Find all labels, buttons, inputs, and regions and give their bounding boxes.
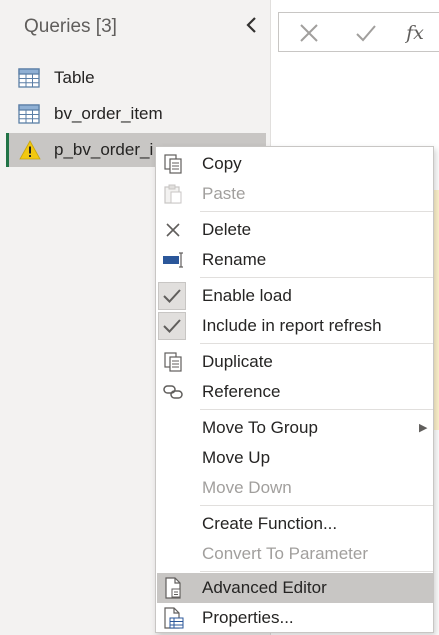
chevron-left-icon <box>245 14 259 40</box>
menu-label: Create Function... <box>202 514 338 533</box>
query-item-table[interactable]: Table <box>8 61 265 95</box>
menu-label: Enable load <box>202 286 292 305</box>
menu-label: Delete <box>202 220 252 239</box>
menu-label: Move Up <box>202 448 271 467</box>
menu-separator <box>200 571 433 572</box>
menu-separator <box>200 277 433 278</box>
menu-item-rename[interactable]: Rename <box>157 245 433 275</box>
menu-separator <box>200 211 433 212</box>
query-label: p_bv_order_i <box>54 140 154 159</box>
query-item-bv-order-item[interactable]: bv_order_item <box>8 97 265 131</box>
menu-item-move-to-group[interactable]: Move To Group ▶ <box>157 413 433 443</box>
table-icon <box>18 68 40 88</box>
menu-label: Convert To Parameter <box>202 544 368 563</box>
menu-label: Rename <box>202 250 267 269</box>
menu-separator <box>200 505 433 506</box>
menu-label: Duplicate <box>202 352 273 371</box>
menu-item-advanced-editor[interactable]: Advanced Editor <box>157 573 433 603</box>
chevron-right-icon: ▶ <box>419 422 428 434</box>
fx-icon[interactable]: fx <box>403 21 427 45</box>
menu-label: Paste <box>202 184 246 203</box>
formula-bar: fx <box>278 12 439 52</box>
menu-label: Advanced Editor <box>202 578 327 597</box>
checkmark-icon <box>158 312 186 340</box>
menu-label: Reference <box>202 382 281 401</box>
menu-label: Move To Group <box>202 418 318 437</box>
menu-item-create-function[interactable]: Create Function... <box>157 509 433 539</box>
query-label: Table <box>54 68 95 87</box>
context-menu: Copy Paste Delete Rename Enable load Inc… <box>155 146 434 633</box>
copy-icon <box>162 153 184 175</box>
link-icon <box>162 381 184 403</box>
menu-item-enable-load[interactable]: Enable load <box>157 281 433 311</box>
menu-item-properties[interactable]: Properties... <box>157 603 433 633</box>
properties-icon <box>162 607 184 629</box>
delete-x-icon <box>162 219 184 241</box>
menu-label: Copy <box>202 154 242 173</box>
warning-icon <box>19 140 41 160</box>
advanced-editor-icon <box>162 577 184 599</box>
menu-item-duplicate[interactable]: Duplicate <box>157 347 433 377</box>
queries-title: Queries [3] <box>24 16 117 37</box>
menu-item-move-up[interactable]: Move Up <box>157 443 433 473</box>
menu-label: Move Down <box>202 478 292 497</box>
close-icon[interactable] <box>297 21 321 45</box>
menu-item-copy[interactable]: Copy <box>157 149 433 179</box>
menu-label: Include in report refresh <box>202 316 382 335</box>
paste-icon <box>162 183 184 205</box>
menu-item-delete[interactable]: Delete <box>157 215 433 245</box>
menu-item-move-down: Move Down <box>157 473 433 503</box>
checkmark-icon <box>158 282 186 310</box>
checkmark-icon[interactable] <box>354 21 378 45</box>
menu-separator <box>200 343 433 344</box>
menu-label: Properties... <box>202 608 294 627</box>
duplicate-icon <box>162 351 184 373</box>
menu-separator <box>200 409 433 410</box>
query-label: bv_order_item <box>54 104 163 123</box>
menu-item-paste: Paste <box>157 179 433 209</box>
rename-icon <box>162 249 184 271</box>
menu-item-convert-to-parameter: Convert To Parameter <box>157 539 433 569</box>
collapse-pane-button[interactable] <box>240 13 264 41</box>
table-icon <box>18 104 40 124</box>
menu-item-include-in-report-refresh[interactable]: Include in report refresh <box>157 311 433 341</box>
menu-item-reference[interactable]: Reference <box>157 377 433 407</box>
